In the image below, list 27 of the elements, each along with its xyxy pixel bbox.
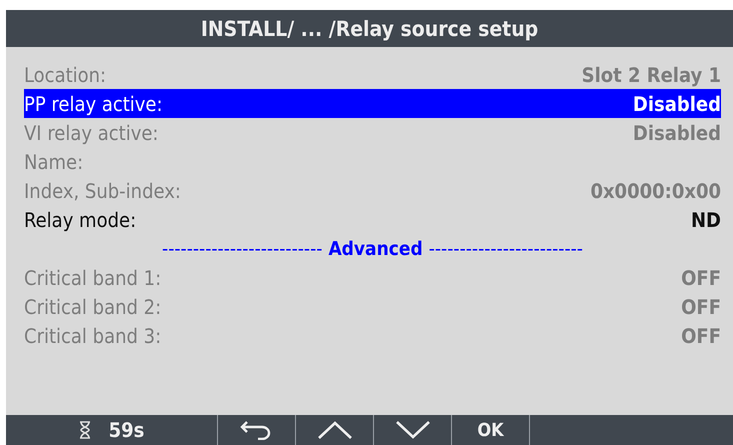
setting-label: Location: xyxy=(24,62,106,86)
dashed-rule: ------------------------- xyxy=(428,238,583,260)
setting-label: Critical band 3: xyxy=(24,324,162,348)
setting-label: Name: xyxy=(24,150,84,174)
setting-value: 0x0000:0x00 xyxy=(590,178,721,202)
dashed-rule: -------------------------- xyxy=(162,238,322,260)
hourglass-icon xyxy=(78,421,91,439)
chevron-down-icon xyxy=(394,420,430,440)
setting-label: VI relay active: xyxy=(24,120,158,144)
section-heading: Advanced xyxy=(328,238,423,260)
chevron-up-icon xyxy=(316,420,352,440)
timeout-text: 59s xyxy=(108,418,144,442)
setting-label: Relay mode: xyxy=(24,208,136,232)
setting-value: Disabled xyxy=(632,92,721,116)
setting-value: Disabled xyxy=(632,120,721,144)
setting-row[interactable]: PP relay active: Disabled xyxy=(24,89,721,118)
setting-label: Critical band 1: xyxy=(24,266,162,290)
setting-label: Index, Sub-index: xyxy=(24,178,181,202)
setting-value: OFF xyxy=(681,266,721,290)
setting-value: Slot 2 Relay 1 xyxy=(582,62,721,86)
setting-value: OFF xyxy=(681,324,721,348)
setting-label: PP relay active: xyxy=(24,92,163,116)
setting-value: OFF xyxy=(681,294,721,318)
setting-row[interactable]: Relay mode: ND xyxy=(24,205,721,234)
setting-value: ND xyxy=(691,208,721,232)
screen-title: INSTALL/ ... /Relay source setup xyxy=(200,16,538,40)
setting-label: Critical band 2: xyxy=(24,294,162,318)
